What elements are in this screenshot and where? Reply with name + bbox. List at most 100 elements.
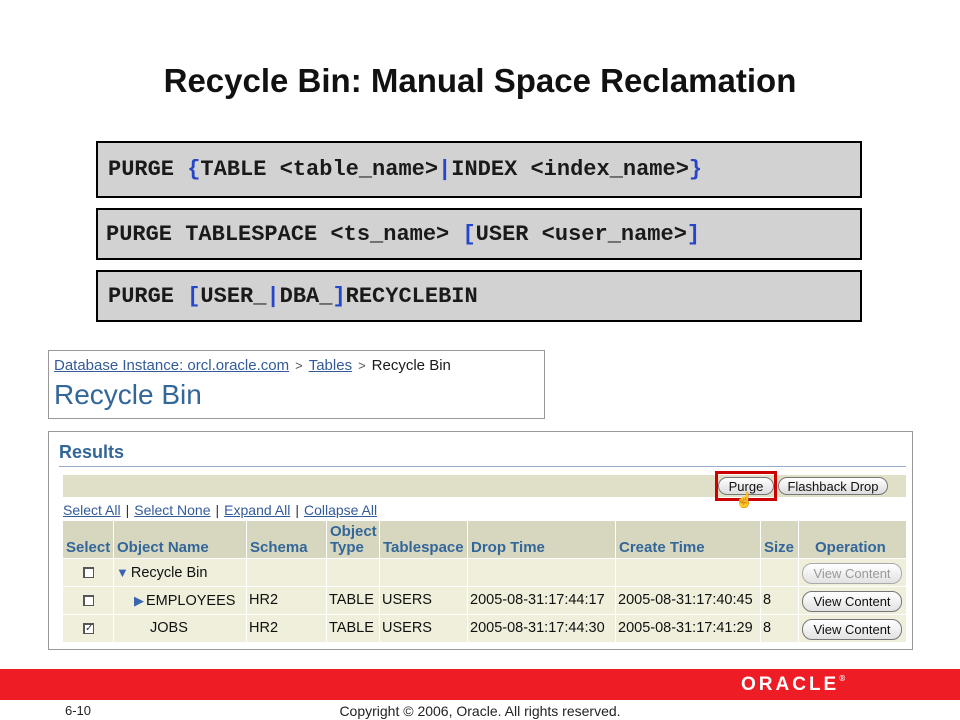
syntax-keyword: PURGE <box>108 284 188 309</box>
schema-cell <box>247 559 327 586</box>
breadcrumb: Database Instance: orcl.oracle.com > Table… <box>54 357 451 374</box>
column-header-drop-time[interactable]: Drop Time <box>468 521 616 558</box>
syntax-text: DBA_ <box>279 284 333 309</box>
results-toolbar: Purge Flashback Drop <box>63 475 906 497</box>
type-cell: TABLE <box>327 615 380 642</box>
drop-time-cell <box>468 559 616 586</box>
column-header-schema[interactable]: Schema <box>247 521 327 558</box>
results-heading: Results <box>59 442 125 462</box>
column-header-object-type[interactable]: Object Type <box>327 521 380 558</box>
header-label: Tablespace <box>383 539 464 556</box>
create-time-cell <box>616 559 761 586</box>
syntax-text: RECYCLEBIN <box>345 284 478 309</box>
view-content-button: View Content <box>802 563 902 584</box>
table-row: ▼ Recycle Bin View Content <box>63 558 906 586</box>
operation-cell: View Content <box>799 615 906 642</box>
header-label: Operation <box>815 539 886 556</box>
view-content-button[interactable]: View Content <box>802 619 902 640</box>
breadcrumb-database-instance-link[interactable]: Database Instance: orcl.oracle.com <box>54 357 289 374</box>
table-row: ▶ EMPLOYEES HR2 TABLE USERS 2005-08-31:17… <box>63 586 906 614</box>
size-cell <box>761 559 799 586</box>
header-label: Drop Time <box>471 539 545 556</box>
purge-table-syntax: PURGE {TABLE <table_name>|INDEX <index_n… <box>96 141 862 198</box>
logo-text: ORACLE <box>741 674 840 695</box>
column-header-select: Select <box>63 521 114 558</box>
oracle-logo: ORACLE® <box>741 674 845 696</box>
tablespace-cell: USERS <box>380 615 468 642</box>
row-checkbox[interactable] <box>83 567 94 578</box>
drop-time-cell: 2005-08-31:17:44:30 <box>468 615 616 642</box>
hand-cursor-icon: ☝ <box>735 492 754 509</box>
collapse-triangle-icon[interactable]: ▼ <box>116 565 129 580</box>
syntax-bracket: [ <box>187 284 201 309</box>
link-separator: | <box>215 502 220 518</box>
syntax-text: USER_ <box>200 284 267 309</box>
purge-recyclebin-syntax: PURGE [USER_|DBA_]RECYCLEBIN <box>96 270 862 322</box>
purge-tablespace-syntax: PURGE TABLESPACE <ts_name> [USER <user_n… <box>96 208 862 260</box>
header-label: Object Name <box>117 539 209 556</box>
object-name: EMPLOYEES <box>146 593 236 609</box>
select-all-link[interactable]: Select All <box>63 502 121 518</box>
heading-divider <box>59 466 906 467</box>
drop-time-cell: 2005-08-31:17:44:17 <box>468 587 616 614</box>
select-cell <box>63 587 114 614</box>
expand-triangle-icon[interactable]: ▶ <box>134 593 144 608</box>
header-label: Select <box>66 539 111 556</box>
page-heading: Recycle Bin <box>54 379 202 410</box>
syntax-brace: } <box>688 157 703 182</box>
object-name-cell: JOBS <box>114 615 247 642</box>
logo-registered-mark: ® <box>839 674 846 683</box>
breadcrumb-separator: > <box>358 358 366 373</box>
object-name-cell: ▼ Recycle Bin <box>114 559 247 586</box>
link-separator: | <box>125 502 130 518</box>
row-checkbox-checked[interactable]: ✓ <box>83 623 94 634</box>
create-time-cell: 2005-08-31:17:41:29 <box>616 615 761 642</box>
column-header-object-name[interactable]: Object Name <box>114 521 247 558</box>
tablespace-cell: USERS <box>380 587 468 614</box>
syntax-bracket: ] <box>332 284 346 309</box>
flashback-drop-button[interactable]: Flashback Drop <box>778 477 888 495</box>
header-label: Size <box>764 539 795 556</box>
syntax-keyword: PURGE TABLESPACE <ts_name> <box>106 222 463 247</box>
breadcrumb-tables-link[interactable]: Tables <box>309 357 352 374</box>
view-content-button[interactable]: View Content <box>802 591 902 612</box>
size-cell: 8 <box>761 587 799 614</box>
object-name: JOBS <box>150 620 188 636</box>
schema-cell: HR2 <box>247 615 327 642</box>
row-checkbox[interactable] <box>83 595 94 606</box>
slide-title: Recycle Bin: Manual Space Reclamation <box>163 62 797 99</box>
syntax-keyword: PURGE <box>108 157 188 182</box>
select-cell: ✓ <box>63 615 114 642</box>
collapse-all-link[interactable]: Collapse All <box>304 502 377 518</box>
syntax-text: INDEX <index_name> <box>451 157 689 182</box>
operation-cell: View Content <box>799 559 906 586</box>
header-label: Object Type <box>330 523 377 556</box>
header-label: Schema <box>250 539 308 556</box>
table-row: ✓ JOBS HR2 TABLE USERS 2005-08-31:17:44:… <box>63 614 906 642</box>
syntax-bracket: ] <box>686 222 701 247</box>
column-header-create-time[interactable]: Create Time <box>616 521 761 558</box>
syntax-text: TABLE <table_name> <box>200 157 439 182</box>
syntax-pipe: | <box>266 284 280 309</box>
breadcrumb-current: Recycle Bin <box>371 357 451 374</box>
expand-all-link[interactable]: Expand All <box>224 502 290 518</box>
column-header-size[interactable]: Size <box>761 521 799 558</box>
type-cell <box>327 559 380 586</box>
syntax-text: USER <user_name> <box>475 222 687 247</box>
column-header-operation: Operation <box>799 521 906 558</box>
select-none-link[interactable]: Select None <box>134 502 210 518</box>
object-name: Recycle Bin <box>130 565 208 581</box>
create-time-cell: 2005-08-31:17:40:45 <box>616 587 761 614</box>
operation-cell: View Content <box>799 587 906 614</box>
tablespace-cell <box>380 559 468 586</box>
header-label: Create Time <box>619 539 705 556</box>
column-header-tablespace[interactable]: Tablespace <box>380 521 468 558</box>
selection-links: Select All | Select None | Expand All | Collap… <box>63 502 377 518</box>
schema-cell: HR2 <box>247 587 327 614</box>
syntax-bracket: [ <box>462 222 476 247</box>
size-cell: 8 <box>761 615 799 642</box>
syntax-pipe: | <box>438 157 452 182</box>
type-cell: TABLE <box>327 587 380 614</box>
results-panel: Results Purge Flashback Drop ☝ Select Al… <box>48 431 913 650</box>
link-separator: | <box>295 502 299 518</box>
